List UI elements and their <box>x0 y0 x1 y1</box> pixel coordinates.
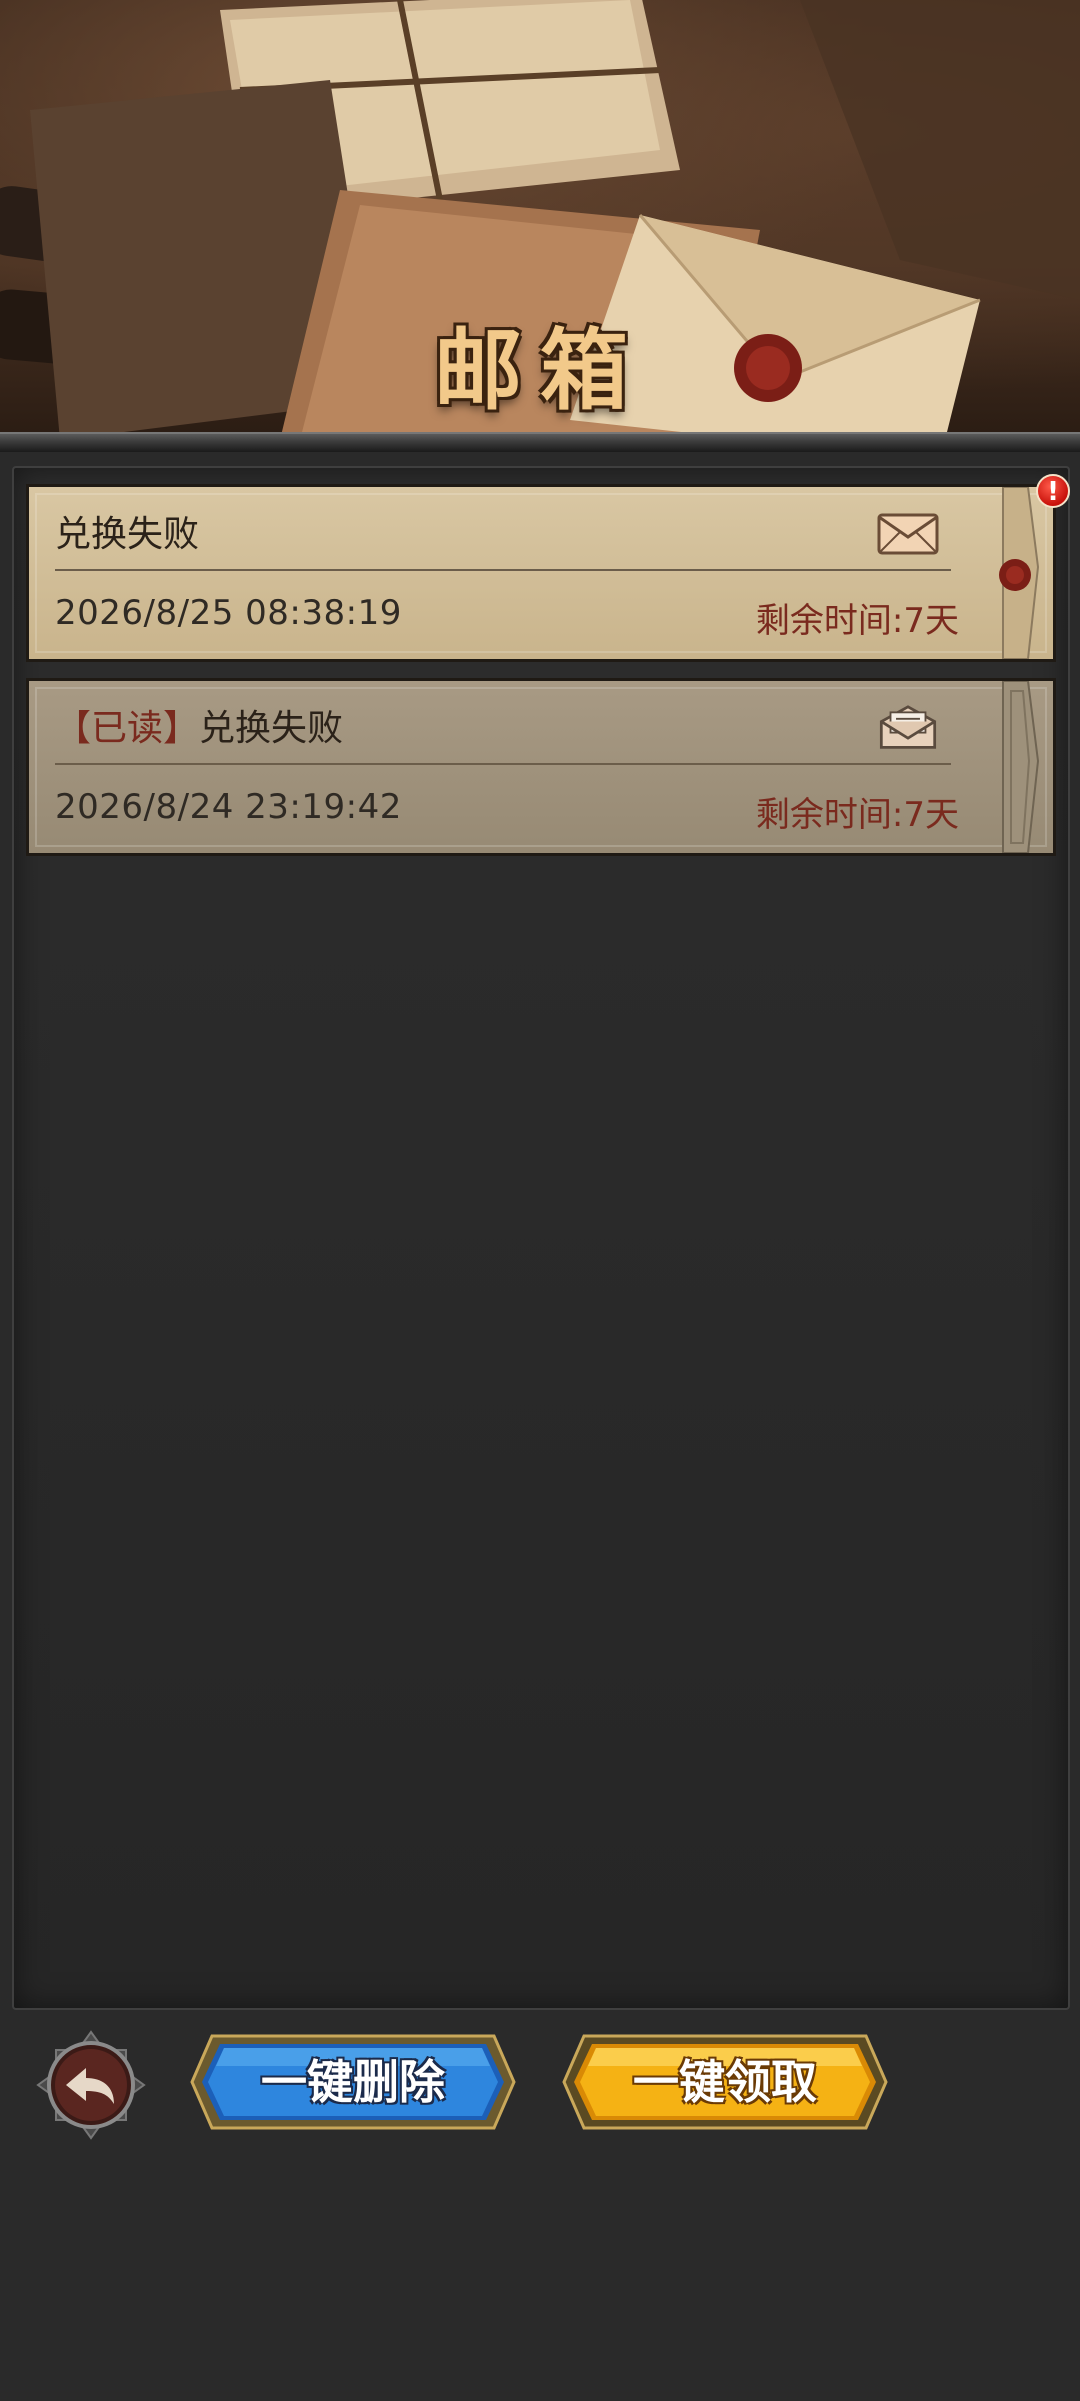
mail-remaining-time: 剩余时间:7天 <box>755 795 959 835</box>
header-divider <box>0 432 1080 452</box>
mail-date: 2026/8/25 08:38:19 <box>55 593 402 633</box>
mail-subject-text: 兑换失败 <box>55 514 200 555</box>
mail-remaining-time: 剩余时间:7天 <box>755 601 959 641</box>
back-button[interactable] <box>36 2030 146 2140</box>
collect-all-button[interactable]: 一键领取 <box>562 2032 888 2132</box>
mail-subject-text: 兑换失败 <box>199 708 344 749</box>
mailbox-banner: 邮箱 <box>0 0 1080 440</box>
envelope-open-icon <box>879 705 937 749</box>
empty-ribbon-icon <box>1002 681 1040 853</box>
mail-subject: 兑换失败 <box>55 505 199 557</box>
mail-date: 2026/8/24 23:19:42 <box>55 787 402 827</box>
wax-seal-ribbon-icon <box>999 487 1040 659</box>
envelope-closed-icon <box>877 513 939 555</box>
mail-read-tag: 【已读】 <box>55 708 200 749</box>
mailbox-screen: 邮箱 兑换失败 2026/8/25 08:38:19 剩余时间:7天 ! 【已读… <box>0 0 1080 2401</box>
delete-all-label: 一键删除 <box>261 2055 445 2109</box>
mail-subject: 【已读】兑换失败 <box>55 699 343 751</box>
mail-list[interactable]: 兑换失败 2026/8/25 08:38:19 剩余时间:7天 ! 【已读】兑换 <box>12 466 1070 2010</box>
new-mail-alert-icon: ! <box>1036 474 1070 508</box>
mail-divider <box>55 569 951 571</box>
delete-all-button[interactable]: 一键删除 <box>190 2032 516 2132</box>
mail-item[interactable]: 【已读】兑换失败 2026/8/24 23:19:42 剩余时间:7天 <box>26 678 1056 856</box>
collect-all-label: 一键领取 <box>633 2055 817 2109</box>
mail-item[interactable]: 兑换失败 2026/8/25 08:38:19 剩余时间:7天 <box>26 484 1056 662</box>
mail-divider <box>55 763 951 765</box>
page-title: 邮箱 <box>433 319 646 422</box>
